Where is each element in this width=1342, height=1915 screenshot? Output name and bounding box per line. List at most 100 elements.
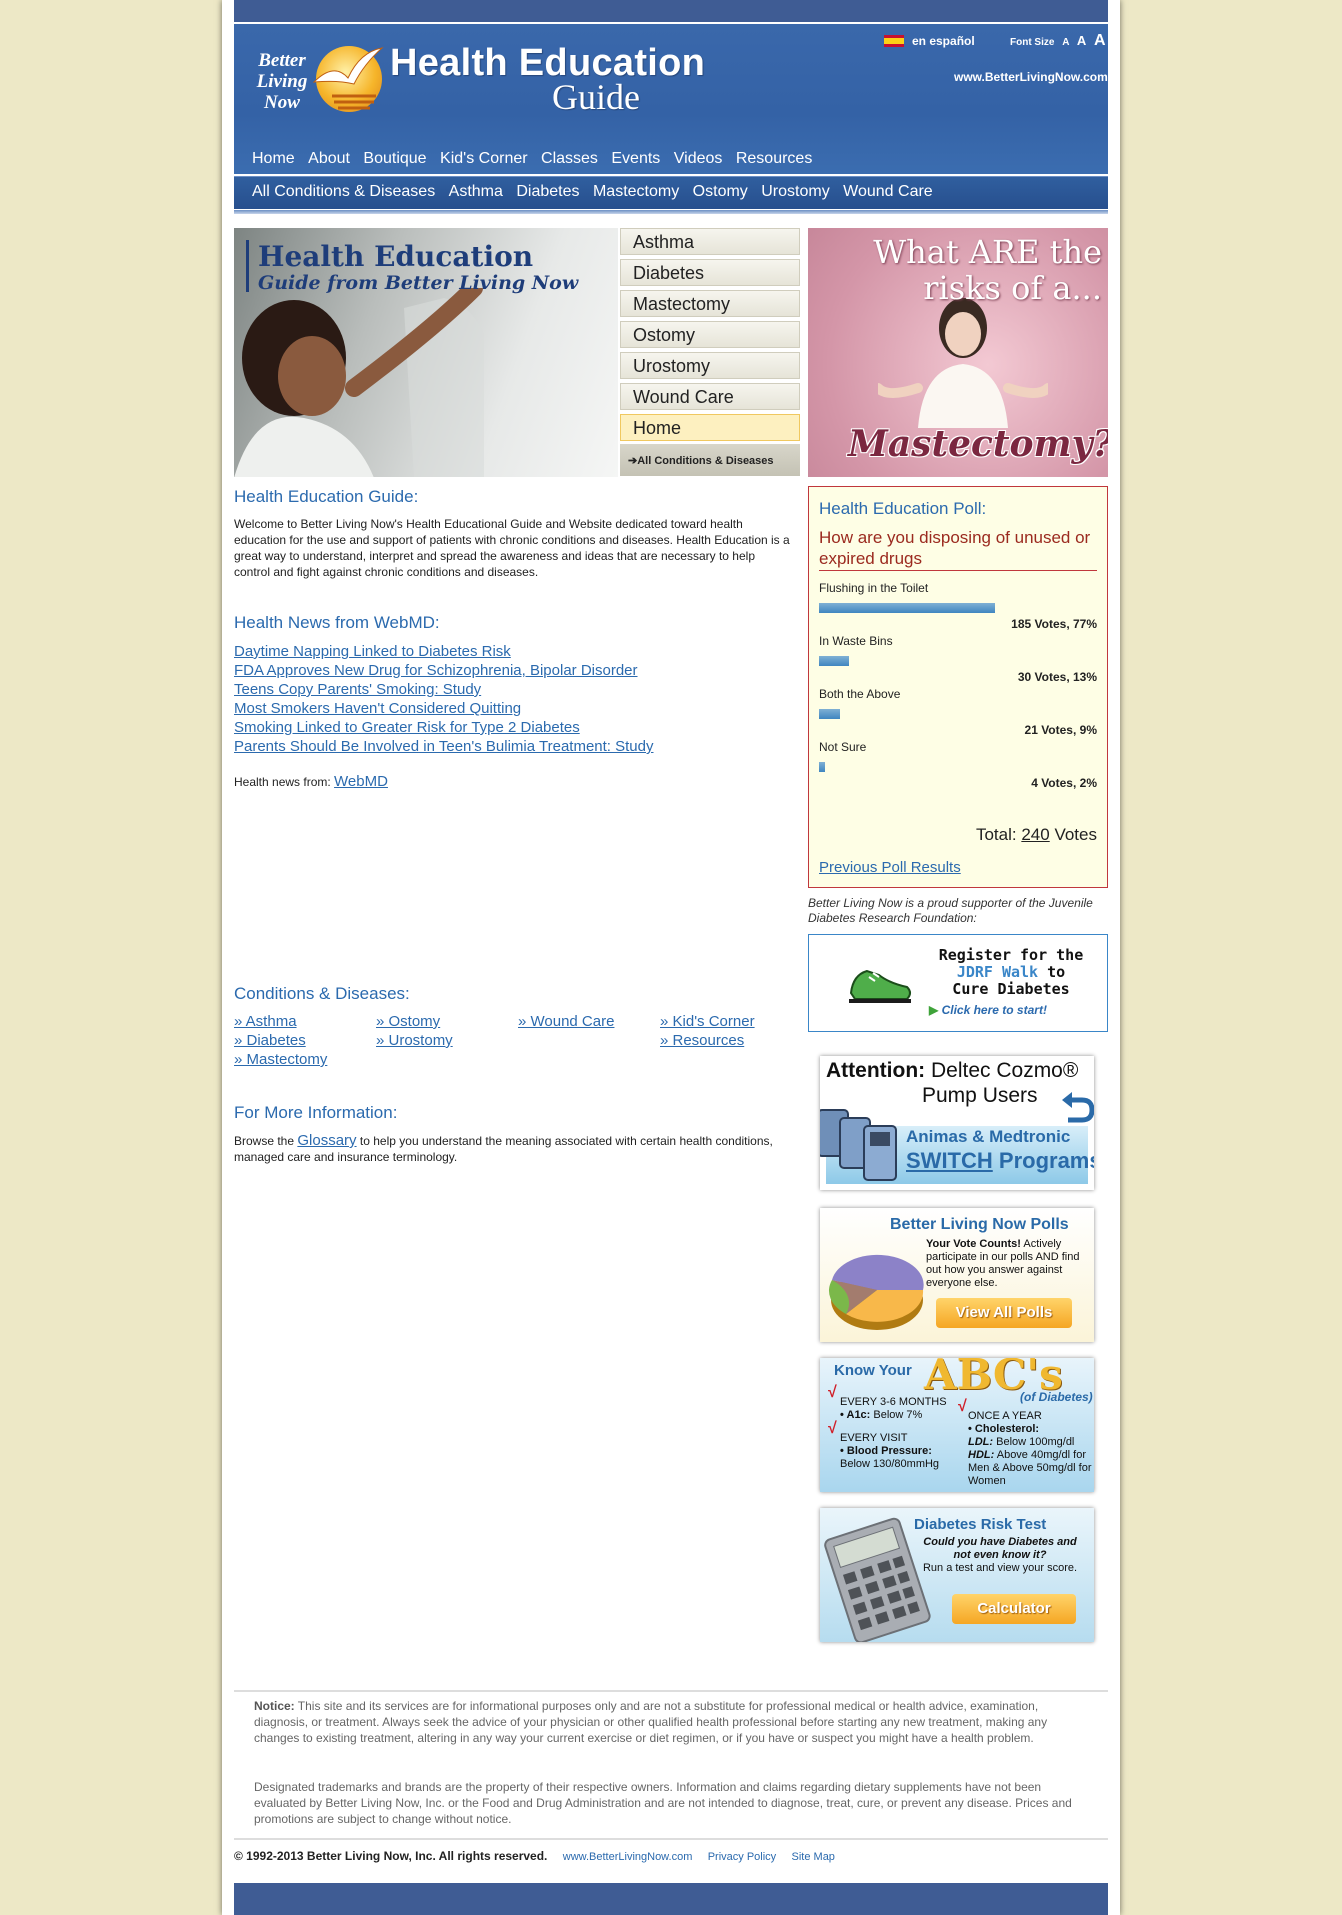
nav-videos[interactable]: Videos (674, 150, 723, 167)
poll-option-label: Flushing in the Toilet (819, 581, 929, 595)
nav-wound-care[interactable]: Wound Care (843, 183, 933, 200)
calculator-button[interactable]: Calculator (952, 1594, 1076, 1624)
news-list: Daytime Napping Linked to Diabetes Risk … (234, 642, 654, 756)
site-url-link[interactable]: www.BetterLivingNow.com (954, 70, 1108, 84)
promo-word: Mastectomy? (848, 423, 1108, 465)
news-link[interactable]: Daytime Napping Linked to Diabetes Risk (234, 642, 654, 661)
abc-c-when: ONCE A YEAR (968, 1410, 1042, 1422)
glossary-link[interactable]: Glossary (297, 1132, 356, 1149)
footer-divider (234, 1690, 1108, 1692)
poll-total-label: Total: (975, 825, 1017, 844)
menu-item-mastectomy[interactable]: Mastectomy (620, 290, 800, 317)
condition-link-urostomy[interactable]: » Urostomy (376, 1032, 453, 1049)
condition-link-mastectomy[interactable]: » Mastectomy (234, 1051, 327, 1068)
nav-all-conditions[interactable]: All Conditions & Diseases (252, 183, 435, 200)
webmd-link[interactable]: WebMD (334, 773, 388, 790)
font-size-label: Font Size (1010, 37, 1055, 48)
bottom-strip (234, 1883, 1108, 1915)
footer-link-privacy[interactable]: Privacy Policy (708, 1851, 776, 1863)
more-info-text-before: Browse the (234, 1134, 295, 1148)
jdrf-banner[interactable]: Register for the JDRF Walk to Cure Diabe… (808, 934, 1108, 1032)
language-link[interactable]: en español (884, 34, 975, 48)
news-heading: Health News from WebMD: (234, 613, 440, 632)
menu-item-ostomy[interactable]: Ostomy (620, 321, 800, 348)
abc-b-label: • Blood Pressure: (840, 1445, 932, 1457)
logo-wordmark: Better Living Now (256, 50, 308, 113)
condition-link-ostomy[interactable]: » Ostomy (376, 1013, 440, 1030)
ad-switch: SWITCH Programs (906, 1148, 1094, 1174)
return-arrow-icon (1062, 1092, 1094, 1123)
nav-boutique[interactable]: Boutique (363, 150, 426, 167)
pump-switch-ad[interactable]: Attention: Deltec Cozmo® Pump Users Anim… (820, 1056, 1094, 1190)
news-source: Health news from: WebMD (234, 773, 388, 790)
polls-ad[interactable]: Better Living Now Polls Your Vote Counts… (820, 1208, 1094, 1342)
nav-mastectomy[interactable]: Mastectomy (593, 183, 679, 200)
jdrf-walk: JDRF Walk (956, 963, 1039, 981)
menu-item-diabetes[interactable]: Diabetes (620, 259, 800, 286)
site-logo[interactable]: Better Living Now (242, 30, 384, 118)
view-all-polls-button[interactable]: View All Polls (936, 1298, 1072, 1328)
play-triangle-icon: ▶ (929, 1003, 939, 1017)
condition-link-kids-corner[interactable]: » Kid's Corner (660, 1013, 755, 1030)
font-size-medium[interactable]: A (1077, 33, 1086, 48)
font-size-large[interactable]: A (1094, 32, 1106, 49)
menu-all-conditions[interactable]: ➔All Conditions & Diseases (620, 444, 800, 476)
jdrf-note: Better Living Now is a proud supporter o… (808, 896, 1093, 925)
site-subtitle: Guide (552, 77, 640, 117)
poll-title: Health Education Poll: (819, 499, 987, 518)
poll-option-bar (819, 709, 840, 719)
news-link[interactable]: Parents Should Be Involved in Teen's Bul… (234, 737, 654, 756)
poll-divider (819, 570, 1097, 571)
condition-link-asthma[interactable]: » Asthma (234, 1013, 297, 1030)
poll-total: Total: 240 Votes (976, 825, 1097, 845)
nav-events[interactable]: Events (611, 150, 660, 167)
abc-b: EVERY VISIT • Blood Pressure: Below 130/… (840, 1432, 939, 1471)
mastectomy-promo[interactable]: What ARE the risks of a... Mastectomy? (808, 228, 1108, 477)
poll-option-bar (819, 656, 849, 666)
notice-text: This site and its services are for infor… (254, 1699, 1048, 1745)
previous-poll-link[interactable]: Previous Poll Results (819, 859, 961, 876)
poll-total-value[interactable]: 240 (1021, 825, 1049, 844)
nav-kids-corner[interactable]: Kid's Corner (440, 150, 528, 167)
abc-subtitle: (of Diabetes) (1020, 1390, 1093, 1404)
condition-link-resources[interactable]: » Resources (660, 1032, 744, 1049)
menu-item-urostomy[interactable]: Urostomy (620, 352, 800, 379)
condition-link-diabetes[interactable]: » Diabetes (234, 1032, 306, 1049)
ad-switch-word: SWITCH (906, 1148, 993, 1173)
more-info-heading: For More Information: (234, 1103, 398, 1122)
nav-ostomy[interactable]: Ostomy (693, 183, 748, 200)
poll-option-votes: 4 Votes, 2% (1031, 776, 1097, 790)
nav-asthma[interactable]: Asthma (449, 183, 503, 200)
nav-resources[interactable]: Resources (736, 150, 812, 167)
footer-link-site[interactable]: www.BetterLivingNow.com (563, 1851, 693, 1863)
menu-item-wound-care[interactable]: Wound Care (620, 383, 800, 410)
jdrf-cta: ▶ Click here to start! (929, 1003, 1047, 1017)
footer-notice: Notice: This site and its services are f… (254, 1698, 1094, 1746)
nav-home[interactable]: Home (252, 150, 295, 167)
poll-option-bar (819, 603, 995, 613)
news-link[interactable]: Most Smokers Haven't Considered Quitting (234, 699, 654, 718)
condition-link-wound-care[interactable]: » Wound Care (518, 1013, 614, 1030)
menu-item-home[interactable]: Home (620, 414, 800, 441)
menu-item-asthma[interactable]: Asthma (620, 228, 800, 255)
abc-c: ONCE A YEAR • Cholesterol: LDL: Below 10… (968, 1410, 1092, 1488)
spain-flag-icon (884, 35, 904, 47)
font-size-small[interactable]: A (1062, 37, 1069, 48)
news-link[interactable]: Smoking Linked to Greater Risk for Type … (234, 718, 654, 737)
nav-classes[interactable]: Classes (541, 150, 598, 167)
ad-programs-word: Programs (998, 1148, 1094, 1173)
risk-test-body: Run a test and view your score. (922, 1562, 1078, 1574)
site-title: Health Education (390, 42, 706, 84)
footer-link-sitemap[interactable]: Site Map (792, 1851, 835, 1863)
nav-urostomy[interactable]: Urostomy (761, 183, 829, 200)
primary-nav: Home About Boutique Kid's Corner Classes… (252, 150, 821, 168)
news-link[interactable]: Teens Copy Parents' Smoking: Study (234, 680, 654, 699)
diabetes-risk-test-ad[interactable]: Diabetes Risk Test Could you have Diabet… (820, 1508, 1094, 1642)
nav-about[interactable]: About (308, 150, 350, 167)
news-link[interactable]: FDA Approves New Drug for Schizophrenia,… (234, 661, 654, 680)
nav-diabetes[interactable]: Diabetes (516, 183, 579, 200)
abc-diabetes-ad[interactable]: Know Your ABC's (of Diabetes) √ EVERY 3-… (820, 1358, 1094, 1492)
poll-option-bar (819, 762, 825, 772)
poll-option-label: Both the Above (819, 687, 901, 701)
news-source-label: Health news from: (234, 775, 331, 789)
